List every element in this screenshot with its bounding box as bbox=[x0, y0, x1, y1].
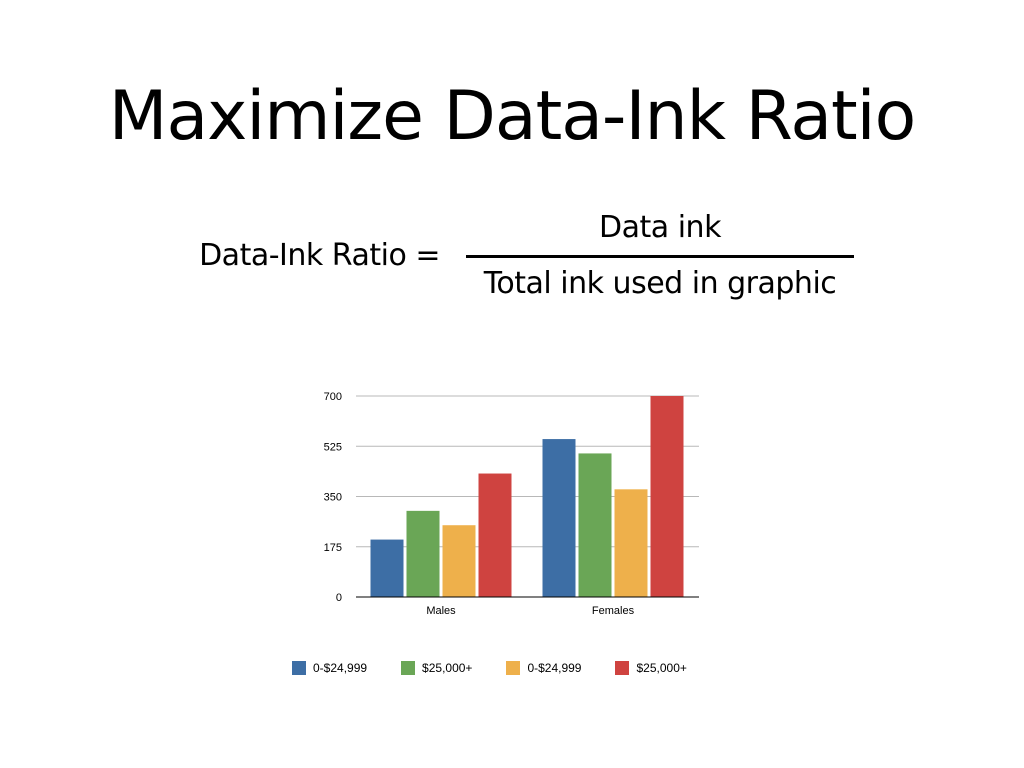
y-tick-label: 175 bbox=[324, 542, 342, 554]
bar-males-series-3 bbox=[442, 525, 476, 597]
legend-label: $25,000+ bbox=[636, 661, 687, 675]
x-category-label: Females bbox=[592, 605, 635, 617]
legend-swatch bbox=[506, 661, 521, 675]
y-tick-label: 525 bbox=[324, 441, 342, 453]
y-tick-label: 350 bbox=[324, 492, 342, 504]
legend-label: $25,000+ bbox=[422, 661, 473, 675]
x-category-label: Males bbox=[426, 605, 456, 617]
bar-males-series-4 bbox=[478, 473, 512, 597]
legend-label: 0-$24,999 bbox=[527, 661, 582, 675]
legend-swatch bbox=[401, 661, 416, 675]
bar-females-series-4 bbox=[650, 396, 684, 597]
legend-swatch bbox=[615, 661, 630, 675]
legend-label: 0-$24,999 bbox=[313, 661, 368, 675]
y-tick-label: 0 bbox=[336, 592, 342, 604]
legend-item: $25,000+ bbox=[615, 661, 687, 675]
bar-chart: 0 175 350 525 700 Males Females bbox=[324, 391, 699, 617]
bar-females-series-3 bbox=[614, 489, 648, 597]
legend-item: $25,000+ bbox=[401, 661, 472, 675]
legend-item: 0-$24,999 bbox=[292, 661, 367, 675]
chart-legend: 0-$24,999 $25,000+ 0-$24,999 $25,000+ bbox=[292, 659, 687, 677]
legend-item: 0-$24,999 bbox=[506, 661, 581, 675]
bar-females-series-1 bbox=[542, 439, 576, 597]
y-tick-label: 700 bbox=[324, 391, 342, 403]
bar-females-series-2 bbox=[578, 453, 612, 597]
bar-males-series-1 bbox=[370, 539, 404, 597]
legend-swatch bbox=[292, 661, 306, 675]
bar-males-series-2 bbox=[406, 510, 440, 597]
